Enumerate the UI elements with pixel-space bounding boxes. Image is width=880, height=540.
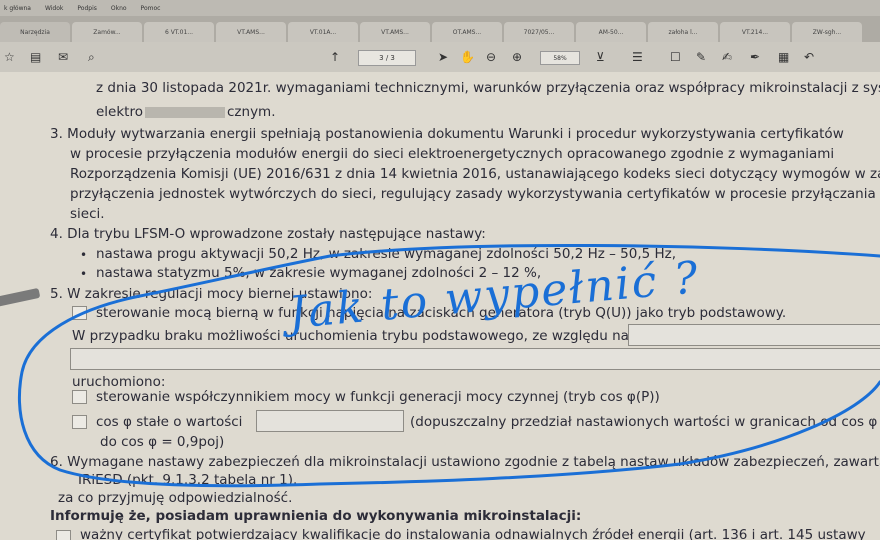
tab-document[interactable]: ZW-sgh...: [792, 22, 862, 42]
pdf-page: z dnia 30 listopada 2021r. wymaganiami t…: [0, 72, 880, 540]
tab-document[interactable]: OT.AMS...: [432, 22, 502, 42]
enabled-label: uruchomiono:: [72, 374, 166, 390]
responsibility-line: za co przyjmuję odpowiedzialność.: [58, 490, 293, 506]
cos-phi-range-label: (dopuszczalny przedział nastawionych war…: [410, 414, 880, 430]
tab-document[interactable]: VT.01A...: [288, 22, 358, 42]
pen-icon[interactable]: ✎: [696, 49, 706, 65]
stamp-icon[interactable]: ▦: [778, 49, 789, 65]
mail-icon[interactable]: ✉: [58, 49, 68, 65]
save-icon[interactable]: ▤: [30, 49, 41, 65]
tab-document[interactable]: Zamów...: [72, 22, 142, 42]
bullet-icon: •: [80, 248, 88, 262]
paragraph-3-line: przyłączenia jednostek wytwórczych do si…: [70, 186, 880, 202]
checkbox-q-u-mode[interactable]: [72, 306, 87, 320]
paragraph-3-line: w procesie przyłączenia modułów energii …: [70, 146, 835, 162]
tab-document[interactable]: 7027/05...: [504, 22, 574, 42]
option-cos-phi-fixed-label: cos φ stałe o wartości: [96, 414, 243, 430]
star-icon[interactable]: ☆: [4, 49, 15, 65]
cos-phi-range-label: do cos φ = 0,9poj): [100, 434, 225, 450]
menu-item-view[interactable]: Widok: [45, 5, 63, 12]
menu-item-window[interactable]: Okno: [111, 5, 127, 12]
paragraph-4-bullet: nastawa progu aktywacji 50,2 Hz, w zakre…: [96, 246, 677, 262]
pen-tip: [0, 287, 41, 311]
tab-tools[interactable]: Narzędzia: [0, 22, 70, 42]
search-icon[interactable]: ⌕: [88, 49, 95, 65]
scroll-mode-icon[interactable]: ☰: [632, 49, 643, 65]
toolbar: ☆ ▤ ✉ ⌕ ↑ 3 / 3 ➤ ✋ ⊖ ⊕ 58% ⊻ ☰ ☐ ✎ ✍ ✒ …: [0, 42, 880, 73]
paragraph-3-line: sieci.: [70, 206, 105, 222]
tab-document[interactable]: VT.AMS...: [216, 22, 286, 42]
cos-phi-value-field[interactable]: [256, 410, 404, 432]
comment-icon[interactable]: ☐: [670, 49, 681, 65]
paragraph-3-line: Rozporządzenia Komisji (UE) 2016/631 z d…: [70, 166, 880, 182]
page-up-icon[interactable]: ↑: [330, 49, 340, 65]
paragraph-4-title: 4. Dla trybu LFSM-O wprowadzone zostały …: [50, 226, 486, 242]
qualifications-heading: Informuję że, posiadam uprawnienia do wy…: [50, 508, 582, 524]
menu-bar: k główna Widok Podpis Okno Pomoc: [0, 0, 880, 16]
select-cursor-icon[interactable]: ➤: [438, 49, 448, 65]
fit-page-icon[interactable]: ⊻: [596, 49, 605, 65]
menu-item-help[interactable]: Pomoc: [141, 5, 161, 12]
fallback-reason-field-continued[interactable]: [70, 348, 880, 370]
tab-document[interactable]: VT.AMS...: [360, 22, 430, 42]
option-cos-phi-p-label: sterowanie współczynnikiem mocy w funkcj…: [96, 389, 660, 405]
fallback-reason-field[interactable]: [628, 324, 880, 346]
paragraph-3-line: 3. Moduły wytwarzania energii spełniają …: [50, 126, 844, 142]
paragraph-6-line: IRiESD (pkt. 9.1.3.2 tabela nr 1).: [78, 472, 298, 488]
tab-document[interactable]: 6 VT.01...: [144, 22, 214, 42]
hand-icon[interactable]: ✋: [460, 49, 475, 65]
zoom-in-icon[interactable]: ⊕: [512, 49, 522, 65]
zoom-selector[interactable]: 58%: [540, 51, 580, 65]
menu-item-sign[interactable]: Podpis: [77, 5, 97, 12]
text-line: elektro cznym.: [96, 104, 276, 120]
paragraph-6-line: 6. Wymagane nastawy zabezpieczeń dla mik…: [50, 454, 880, 470]
tab-document[interactable]: VT.214...: [720, 22, 790, 42]
menu-item-home[interactable]: k główna: [4, 5, 31, 12]
bullet-icon: •: [80, 267, 88, 281]
highlight-icon[interactable]: ✍: [722, 49, 732, 65]
tab-document[interactable]: AM-50...: [576, 22, 646, 42]
tab-document[interactable]: załoha l...: [648, 22, 718, 42]
checkbox-cos-phi-fixed[interactable]: [72, 415, 87, 429]
text-line: z dnia 30 listopada 2021r. wymaganiami t…: [96, 80, 880, 96]
document-tabs: Narzędzia Zamów... 6 VT.01... VT.AMS... …: [0, 16, 880, 42]
zoom-out-icon[interactable]: ⊖: [486, 49, 496, 65]
certificate-label: ważny certyfikat potwierdzający kwalifik…: [80, 527, 866, 540]
redacted-field: [145, 106, 225, 118]
checkbox-cos-phi-p[interactable]: [72, 390, 87, 404]
sign-icon[interactable]: ✒: [750, 49, 760, 65]
page-indicator[interactable]: 3 / 3: [358, 50, 416, 66]
checkbox-certificate[interactable]: [56, 530, 71, 540]
undo-icon[interactable]: ↶: [804, 49, 814, 65]
